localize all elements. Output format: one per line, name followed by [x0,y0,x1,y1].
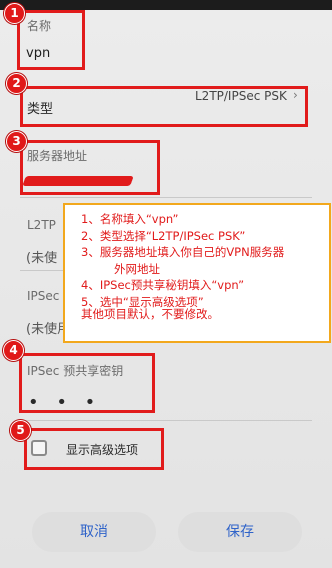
note-line-3: 3、服务器地址填入你自己的VPN服务器 [81,245,285,259]
type-label: 类型 [27,102,54,117]
advanced-options-label[interactable]: 显示高级选项 [66,441,138,458]
note-line-1: 1、名称填入“vpn” [81,212,179,226]
instruction-note: 1、名称填入“vpn” 2、类型选择“L2TP/IPSec PSK” 3、服务器… [63,203,331,343]
annotation-badge-3: 3 [6,131,27,152]
status-bar [0,0,332,10]
annotation-badge-4: 4 [3,340,24,361]
annotation-badge-2: 2 [6,73,27,94]
psk-label: IPSec 预共享密钥 [27,364,124,378]
note-line-2: 2、类型选择“L2TP/IPSec PSK” [81,228,246,243]
l2tp-secret-label: L2TP [27,218,56,232]
name-label: 名称 [27,19,52,33]
annotation-badge-5: 5 [10,420,31,441]
note-line-4: 4、IPSec预共享秘钥填入“vpn” [81,278,245,292]
vpn-settings-screen: 1 名称 vpn 2 类型 L2TP/IPSec PSK › 3 服务器地址 L… [0,0,332,568]
name-input[interactable]: vpn [26,46,50,61]
redacted-server-address[interactable] [22,178,134,184]
l2tp-secret-field[interactable]: (未使 [26,247,57,266]
checkbox-icon[interactable] [31,440,47,456]
annotation-badge-1: 1 [4,3,25,24]
chevron-right-icon: › [293,88,298,102]
ipsec-identifier-label: IPSec [27,289,60,303]
psk-underline [20,420,312,421]
note-line-3b: 外网地址 [114,261,160,276]
psk-input[interactable]: • • • [28,392,101,413]
cancel-button[interactable]: 取消 [32,512,156,552]
type-select[interactable]: L2TP/IPSec PSK [195,89,287,103]
note-line-6: 其他项目默认，不要修改。 [81,307,219,321]
save-button[interactable]: 保存 [178,512,302,552]
server-label: 服务器地址 [27,149,88,163]
server-underline [20,197,312,198]
